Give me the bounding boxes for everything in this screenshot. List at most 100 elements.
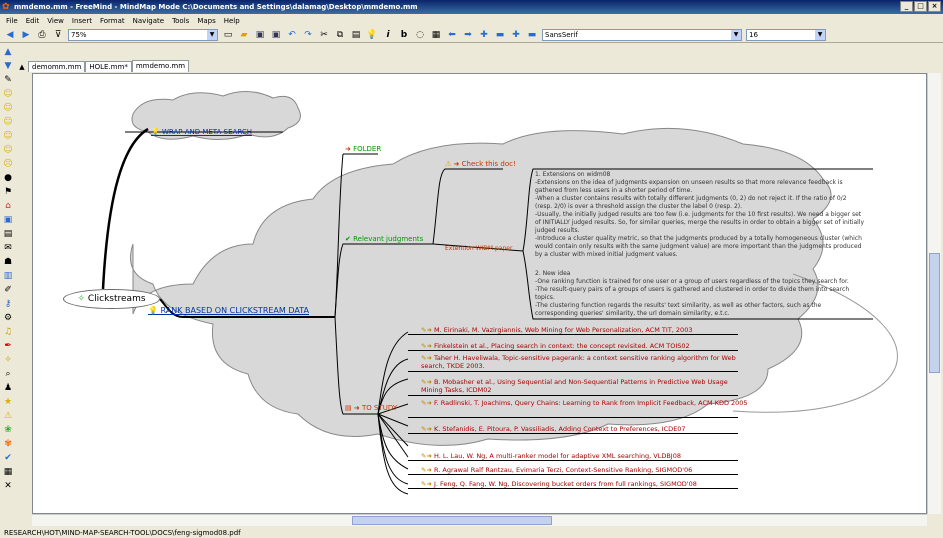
minimize-button[interactable]: _	[900, 1, 913, 12]
node-check-doc[interactable]: ⚠ ➜ Check this doc!	[445, 160, 516, 169]
node-detail-new-idea[interactable]: 2. New idea -One ranking function is tra…	[535, 270, 865, 318]
ref-node[interactable]: ✎➜ Finkelstein et al., Placing search in…	[421, 342, 771, 350]
checkmark-icon[interactable]: ✔	[2, 452, 14, 464]
menu-format[interactable]: Format	[100, 17, 125, 25]
grid-icon[interactable]: ▦	[430, 29, 442, 41]
star-icon[interactable]: ★	[2, 396, 14, 408]
house-icon[interactable]: ⌂	[2, 200, 14, 212]
paste-icon[interactable]: ▤	[350, 29, 362, 41]
icon-toolbar: ▲ ▼ ✎ ☺ ☺ ☺ ☺ ☺ ☹ ● ⚑ ⌂ ▣ ▤ ✉ ☗ ▥ ✐ ⚷ ⚙ …	[0, 44, 16, 530]
node-wrap-meta-search[interactable]: 💡 WRAP AND META-SEARCH	[151, 128, 252, 137]
menu-tools[interactable]: Tools	[172, 17, 189, 25]
link-add-icon[interactable]: ✚	[510, 29, 522, 41]
calendar-icon[interactable]: ▦	[2, 466, 14, 478]
tools-icon[interactable]: ⚙	[2, 312, 14, 324]
ref-node[interactable]: ✎➜ Taher H. Haveliwala, Topic-sensitive …	[421, 354, 751, 370]
root-node[interactable]: ✧ Clickstreams	[63, 289, 160, 309]
bell-icon[interactable]: ♫	[2, 326, 14, 338]
node-detail-extensions[interactable]: 1. Extensions on widm08 -Extensions on t…	[535, 171, 865, 259]
mindmap-canvas[interactable]: 💡 WRAP AND META-SEARCH ✧ Clickstreams 💡 …	[32, 73, 927, 514]
filter-icon[interactable]: ⊽	[52, 29, 64, 41]
ref-node[interactable]: ✎➜ H. L. Lau, W. Ng, A multi-ranker mode…	[421, 452, 771, 460]
smiley-icon[interactable]: ☺	[2, 144, 14, 156]
redo-icon[interactable]: ↷	[302, 29, 314, 41]
mail-icon[interactable]: ✉	[2, 242, 14, 254]
horizontal-scrollbar[interactable]	[32, 514, 927, 526]
menu-insert[interactable]: Insert	[72, 17, 92, 25]
node-rank-clickstream[interactable]: 💡 RANK BASED ON CLICKSTREAM DATA	[148, 306, 309, 315]
horizontal-scroll-thumb[interactable]	[352, 516, 552, 525]
ref-node[interactable]: ✎➜ F. Radlinski, T. Joachims, Query Chai…	[421, 399, 751, 407]
font-size-select[interactable]: 16 ▼	[746, 28, 826, 41]
vertical-scroll-thumb[interactable]	[929, 253, 940, 373]
edit-icon[interactable]: ✐	[2, 284, 14, 296]
vertical-scrollbar[interactable]	[927, 73, 941, 514]
magnifier-icon[interactable]: ⌕	[2, 368, 14, 380]
disk-icon[interactable]: ▤	[2, 228, 14, 240]
print-icon[interactable]: ⎙	[36, 29, 48, 41]
smiley-icon[interactable]: ☺	[2, 102, 14, 114]
user-icon[interactable]: ☗	[2, 256, 14, 268]
folder-icon[interactable]: ▣	[2, 214, 14, 226]
wand-icon[interactable]: ✧	[2, 354, 14, 366]
forward-icon[interactable]: ▶	[20, 29, 32, 41]
cloud-icon[interactable]: ◌	[414, 29, 426, 41]
arrow-left-icon[interactable]: ⬅	[446, 29, 458, 41]
ref-node[interactable]: ✎➜ K. Stefanidis, E. Pitoura, P. Vassili…	[421, 425, 771, 433]
node-folder[interactable]: ➜ FOLDER	[345, 145, 381, 154]
undo-icon[interactable]: ↶	[286, 29, 298, 41]
new-icon[interactable]: ▭	[222, 29, 234, 41]
open-icon[interactable]: ▰	[238, 29, 250, 41]
smiley-icon[interactable]: ☺	[2, 116, 14, 128]
back-icon[interactable]: ◀	[4, 29, 16, 41]
menu-help[interactable]: Help	[224, 17, 240, 25]
save-as-icon[interactable]: ▣	[270, 29, 282, 41]
tab-hole[interactable]: HOLE.mm*	[85, 61, 132, 72]
ref-node[interactable]: ✎➜ M. Eirinaki, M. Vazirgiannis, Web Min…	[421, 326, 771, 334]
menu-maps[interactable]: Maps	[197, 17, 215, 25]
node-remove-icon[interactable]: ▬	[494, 29, 506, 41]
node-add-icon[interactable]: ✚	[478, 29, 490, 41]
arrow-right-icon[interactable]: ➡	[462, 29, 474, 41]
copy-icon[interactable]: ⧉	[334, 29, 346, 41]
ref-node[interactable]: ✎➜ B. Mobasher et al., Using Sequential …	[421, 378, 751, 394]
key-icon[interactable]: ⚷	[2, 298, 14, 310]
save-icon[interactable]: ▣	[254, 29, 266, 41]
arrow-up-icon[interactable]: ▲	[2, 46, 14, 58]
zoom-select[interactable]: 75% ▼	[68, 28, 218, 41]
tab-demomm[interactable]: demomm.mm	[28, 61, 86, 72]
butterfly-icon[interactable]: ✾	[2, 438, 14, 450]
bold-icon[interactable]: b	[398, 29, 410, 41]
font-family-select[interactable]: SansSerif ▼	[542, 28, 742, 41]
node-to-study[interactable]: ▤ ➜ TO STUDY	[345, 404, 397, 413]
pen-icon[interactable]: ✒	[2, 340, 14, 352]
menu-view[interactable]: View	[47, 17, 64, 25]
ref-node[interactable]: ✎➜ R. Agrawal Ralf Rantzau, Evimaria Ter…	[421, 466, 771, 474]
pencil-icon[interactable]: ✎	[2, 74, 14, 86]
smiley-icon[interactable]: ☹	[2, 158, 14, 170]
node-extention-widm[interactable]: Extention WIDM paper	[445, 244, 512, 253]
smiley-icon[interactable]: ☺	[2, 130, 14, 142]
person-icon[interactable]: ♟	[2, 382, 14, 394]
cut-icon[interactable]: ✂	[318, 29, 330, 41]
node-relevant-judgments[interactable]: ✔ Relevant judgments	[345, 235, 423, 244]
tab-mmdemo[interactable]: mmdemo.mm	[131, 60, 190, 72]
flag-icon[interactable]: ⚑	[2, 186, 14, 198]
close-button[interactable]: ×	[928, 1, 941, 12]
flower-icon[interactable]: ❀	[2, 424, 14, 436]
link-remove-icon[interactable]: ▬	[526, 29, 538, 41]
smiley-icon[interactable]: ☺	[2, 88, 14, 100]
collapse-arrow-icon[interactable]: ▲	[16, 61, 28, 73]
menu-file[interactable]: File	[6, 17, 18, 25]
italic-icon[interactable]: i	[382, 29, 394, 41]
idea-icon[interactable]: 💡	[366, 29, 378, 41]
menu-navigate[interactable]: Navigate	[133, 17, 164, 25]
bomb-icon[interactable]: ●	[2, 172, 14, 184]
warning-icon[interactable]: ⚠	[2, 410, 14, 422]
note-icon[interactable]: ▥	[2, 270, 14, 282]
maximize-button[interactable]: □	[914, 1, 927, 12]
arrow-down-icon[interactable]: ▼	[2, 60, 14, 72]
menu-edit[interactable]: Edit	[26, 17, 40, 25]
remove-icon[interactable]: ✕	[2, 480, 14, 492]
ref-node[interactable]: ✎➜ J. Feng, Q. Fang, W. Ng, Discovering …	[421, 480, 771, 488]
